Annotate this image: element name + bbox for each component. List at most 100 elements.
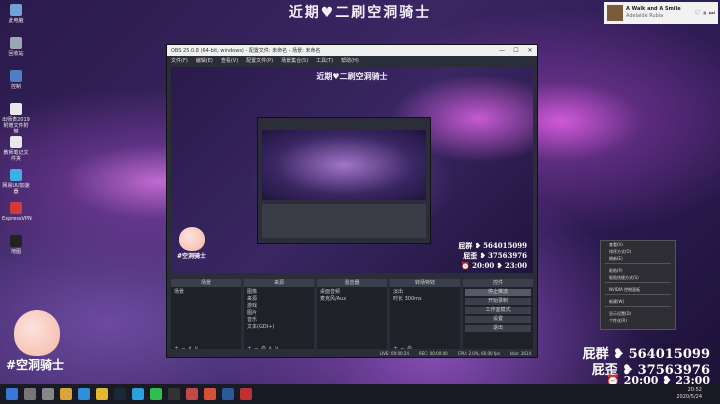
list-item[interactable]: 淡出 xyxy=(393,289,457,296)
desktop-icon-label: 此电脑 xyxy=(8,18,24,24)
start-icon[interactable] xyxy=(6,388,18,400)
context-menu-item[interactable]: 个性化(R) xyxy=(601,317,675,324)
obs-panel-body: 停止推流开始录制工作室模式设置退出 xyxy=(463,287,533,345)
obs-control-button[interactable]: 开始录制 xyxy=(465,298,531,305)
music-notification[interactable]: A Walk and A Smile Adelaide Rubia ♡ ⏸ ⏭ xyxy=(604,2,718,24)
desktop-icon[interactable]: 出师表2019附赠文件附带 xyxy=(2,103,30,135)
list-item[interactable]: 图片 xyxy=(247,310,311,317)
taskbar-date: 2020/5/24 xyxy=(676,394,702,400)
close-button[interactable]: ✕ xyxy=(523,47,537,54)
obs-menu-item[interactable]: 帮助(H) xyxy=(341,57,359,64)
app-icon xyxy=(10,136,22,148)
obs-control-button[interactable]: 退出 xyxy=(465,325,531,332)
track-title: A Walk and A Smile xyxy=(626,6,681,12)
desktop-icon-label: ExpressVPN xyxy=(2,216,32,222)
desktop-icon[interactable]: 网易UU加速器 xyxy=(2,169,30,199)
obs-menu-item[interactable]: 查看(V) xyxy=(221,57,238,64)
desktop-context-menu: 查看(V) 排序方式(O) 刷新(E) 粘贴(P) 粘贴快捷方式(S) NVIDIA 控制… xyxy=(600,240,676,330)
app-icon xyxy=(10,103,22,115)
list-item[interactable]: 场景 xyxy=(174,289,238,296)
chrome-icon[interactable] xyxy=(96,388,108,400)
edge-icon[interactable] xyxy=(78,388,90,400)
taskview-icon[interactable] xyxy=(42,388,54,400)
search-icon[interactable] xyxy=(24,388,36,400)
list-item[interactable]: 游戏 xyxy=(247,303,311,310)
context-menu-item[interactable]: NVIDIA 控制面板 xyxy=(601,286,675,293)
app-icon xyxy=(10,70,22,82)
desktop-icon[interactable]: 控制 xyxy=(2,70,30,100)
status-item: CPU: 2.0%, 60.00 fps xyxy=(457,350,500,356)
taskbar-time: 20:52 xyxy=(687,387,702,393)
obs-panel-title: 转场特效 xyxy=(390,279,460,287)
list-item[interactable]: 音乐 xyxy=(247,317,311,324)
list-item[interactable]: 文本(GDI+) xyxy=(247,324,311,331)
obs-menu-item[interactable]: 配置文件(P) xyxy=(246,57,273,64)
files-icon[interactable] xyxy=(60,388,72,400)
preview-group-stat: 屁群 ❥ 564015099 xyxy=(458,241,527,250)
obs-panel-body: 图像 来源 游戏 图片 音乐 文本(GDI+) xyxy=(244,287,314,345)
context-menu-item[interactable]: 刷新(E) xyxy=(601,255,675,262)
obs-control-button[interactable]: 停止推流 xyxy=(465,289,531,296)
obs-menu-item[interactable]: 工具(T) xyxy=(316,57,333,64)
obs-menu-item[interactable]: 场景集合(S) xyxy=(281,57,308,64)
menu-separator xyxy=(605,294,671,297)
track-artist: Adelaide Rubia xyxy=(626,13,664,19)
status-item: kb/s: 2614 xyxy=(509,350,531,356)
context-menu-item[interactable]: 粘贴快捷方式(S) xyxy=(601,274,675,281)
obs-panel-title: 混音器 xyxy=(317,279,387,287)
context-menu-item[interactable]: 显示设置(D) xyxy=(601,310,675,317)
pdf-icon[interactable] xyxy=(240,388,252,400)
desktop-icon[interactable]: 地图 xyxy=(2,235,30,265)
taskbar-clock[interactable]: 20:52 2020/5/24 xyxy=(676,387,702,401)
desktop-icon[interactable]: ExpressVPN xyxy=(2,202,32,232)
media-controls[interactable]: ♡ ⏸ ⏭ xyxy=(694,9,715,18)
obs-panel-body: 桌面音频 麦克风/Aux xyxy=(317,287,387,345)
desktop-icon[interactable]: 此电脑 xyxy=(2,4,30,34)
desktop-icon[interactable]: 回收站 xyxy=(2,37,30,67)
peach-logo: #空洞骑士 xyxy=(6,310,64,373)
minimize-button[interactable]: — xyxy=(495,47,509,54)
obs-control-button[interactable]: 工作室模式 xyxy=(465,307,531,314)
context-menu-item[interactable]: 查看(V) xyxy=(601,241,675,248)
wechat-icon[interactable] xyxy=(150,388,162,400)
desktop-icon[interactable]: 教师笔记文件夹 xyxy=(2,136,30,166)
album-art xyxy=(607,5,623,21)
desktop-icon-column: 此电脑回收站控制出师表2019附赠文件附带教师笔记文件夹网易UU加速器 Expre… xyxy=(2,4,32,268)
obs-panel-body: 场景 xyxy=(171,287,241,345)
desktop-icon-label: 控制 xyxy=(10,84,21,90)
obs-control-button[interactable]: 设置 xyxy=(465,316,531,323)
desktop-icon-label: 教师笔记文件夹 xyxy=(3,150,29,162)
menu-separator xyxy=(605,263,671,266)
game-icon[interactable] xyxy=(186,388,198,400)
obs-menu-item[interactable]: 文件(F) xyxy=(171,57,188,64)
obs-panel-title: 来源 xyxy=(244,279,314,287)
list-item[interactable]: 麦克风/Aux xyxy=(320,296,384,303)
list-item[interactable]: 桌面音频 xyxy=(320,289,384,296)
music-icon[interactable] xyxy=(204,388,216,400)
app-icon xyxy=(10,235,22,247)
obs-panel: 转场特效淡出时长 300ms+ − ⚙ xyxy=(390,279,460,353)
obs-panel: 控件 停止推流 开始录制 工作室模式 设置 退出 xyxy=(463,279,533,353)
list-item[interactable]: 图像 xyxy=(247,289,311,296)
preview-peach-logo: #空洞骑士 xyxy=(177,227,206,260)
obs-panel-title: 场景 xyxy=(171,279,241,287)
menu-separator xyxy=(605,306,671,309)
ps-icon[interactable] xyxy=(222,388,234,400)
obs-preview[interactable]: 近期♥二刷空洞骑士 屁群 ❥ 564015099 屁歪 ❥ 37563976 ⏰… xyxy=(171,67,533,273)
obs-menu-item[interactable]: 编辑(E) xyxy=(196,57,213,64)
desktop-icon-label: 出师表2019附赠文件附带 xyxy=(2,117,30,135)
status-item: LIVE: 00:00:24 xyxy=(379,350,409,356)
obs-panel: 混音器 桌面音频 麦克风/Aux xyxy=(317,279,387,353)
status-item: REC: 00:00:00 xyxy=(419,350,448,356)
maximize-button[interactable]: ☐ xyxy=(509,47,523,54)
context-menu-item[interactable]: 新建(W) xyxy=(601,298,675,305)
qq-icon[interactable] xyxy=(132,388,144,400)
peach-label: #空洞骑士 xyxy=(6,358,65,372)
context-menu-item[interactable]: 排序方式(O) xyxy=(601,248,675,255)
steam-icon[interactable] xyxy=(114,388,126,400)
list-item[interactable]: 来源 xyxy=(247,296,311,303)
obs-icon[interactable] xyxy=(168,388,180,400)
list-item[interactable]: 时长 300ms xyxy=(393,296,457,303)
context-menu-item[interactable]: 粘贴(P) xyxy=(601,267,675,274)
app-icon xyxy=(10,4,22,16)
